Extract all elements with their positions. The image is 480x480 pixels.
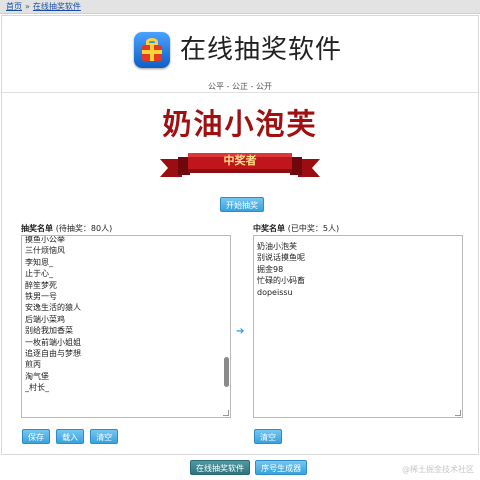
- save-button[interactable]: 保存: [22, 429, 50, 444]
- list-item: 掘金98: [257, 264, 284, 274]
- motto-text: 公平 - 公正 - 公开: [208, 82, 272, 91]
- winner-list-actions: 清空: [254, 425, 282, 444]
- page-title: 在线抽奖软件: [180, 35, 343, 65]
- list-item: _村长_: [25, 383, 49, 393]
- scrollbar-thumb[interactable]: [224, 357, 229, 387]
- draw-list-title: 抽奖名单: [21, 224, 53, 233]
- draw-list-actions: 保存 载入 清空: [22, 425, 119, 444]
- winner-list-count: (已中奖：5人): [287, 224, 340, 233]
- arrow-right-icon: ➔: [236, 326, 245, 337]
- resize-grip-icon[interactable]: [223, 410, 229, 416]
- breadcrumb: 首页» 在线抽奖软件: [0, 0, 480, 14]
- winner-list-heading: 中奖名单 (已中奖：5人): [253, 223, 339, 234]
- banner-label: 中奖者: [223, 154, 257, 167]
- winner-display: 奶油小泡芙 中奖者 开始抽奖: [2, 94, 478, 218]
- resize-grip-icon[interactable]: [455, 410, 461, 416]
- list-item: 醉笙梦死: [25, 280, 57, 290]
- list-item: 止于心_: [25, 269, 53, 279]
- gift-box-icon: [134, 32, 170, 68]
- winner-list-textarea[interactable]: 奶油小泡芙 别说话摸鱼呢 掘金98 忙碌的小码畜 dopeissu: [253, 235, 463, 418]
- online-draw-button[interactable]: 在线抽奖软件: [190, 460, 250, 475]
- list-item: 后端小菜鸡: [25, 314, 65, 324]
- list-item: 忙碌的小码畜: [257, 276, 305, 286]
- breadcrumb-current-link[interactable]: 在线抽奖软件: [33, 2, 81, 11]
- list-item: dopeissu: [257, 287, 293, 297]
- draw-list-scrollbar[interactable]: [223, 238, 229, 408]
- clear-draw-list-button[interactable]: 清空: [90, 429, 119, 444]
- list-item: 别给我加香菜: [25, 326, 73, 336]
- start-draw-button[interactable]: 开始抽奖: [220, 197, 264, 212]
- footer-nav: 在线抽奖软件 序号生成器: [190, 456, 308, 475]
- number-generator-button[interactable]: 序号生成器: [255, 460, 308, 475]
- list-item: 煎丙: [25, 360, 41, 370]
- breadcrumb-separator: »: [25, 2, 30, 11]
- list-item: 李知恩_: [25, 257, 53, 267]
- list-item: 追逐自由与梦想: [25, 349, 81, 359]
- list-item: 安逸生活的猿人: [25, 303, 81, 313]
- draw-list-count: (待抽奖：80人): [55, 224, 113, 233]
- page-header: 在线抽奖软件 公平 - 公正 - 公开: [2, 16, 478, 93]
- clear-winner-list-button[interactable]: 清空: [254, 429, 282, 444]
- list-item: 别说话摸鱼呢: [257, 253, 305, 263]
- draw-list-textarea[interactable]: 摸鱼小公举 三什烦恼风 李知恩_ 止于心_ 醉笙梦死 铁男一号 安逸生活的猿人 …: [21, 235, 231, 418]
- load-button[interactable]: 载入: [56, 429, 85, 444]
- watermark-text: @稀土掘金技术社区: [402, 465, 474, 474]
- list-item: 奶油小泡芙: [257, 242, 297, 251]
- breadcrumb-home-link[interactable]: 首页: [6, 2, 22, 11]
- list-item: 摸鱼小公举: [25, 235, 65, 244]
- list-item: 三什烦恼风: [25, 246, 65, 256]
- list-item: 一枚前端小姐姐: [25, 337, 81, 347]
- list-item: 淘气堡: [25, 371, 49, 381]
- draw-list-heading: 抽奖名单 (待抽奖：80人): [21, 223, 112, 234]
- winner-list-title: 中奖名单: [253, 224, 285, 233]
- list-item: 铁男一号: [25, 292, 57, 302]
